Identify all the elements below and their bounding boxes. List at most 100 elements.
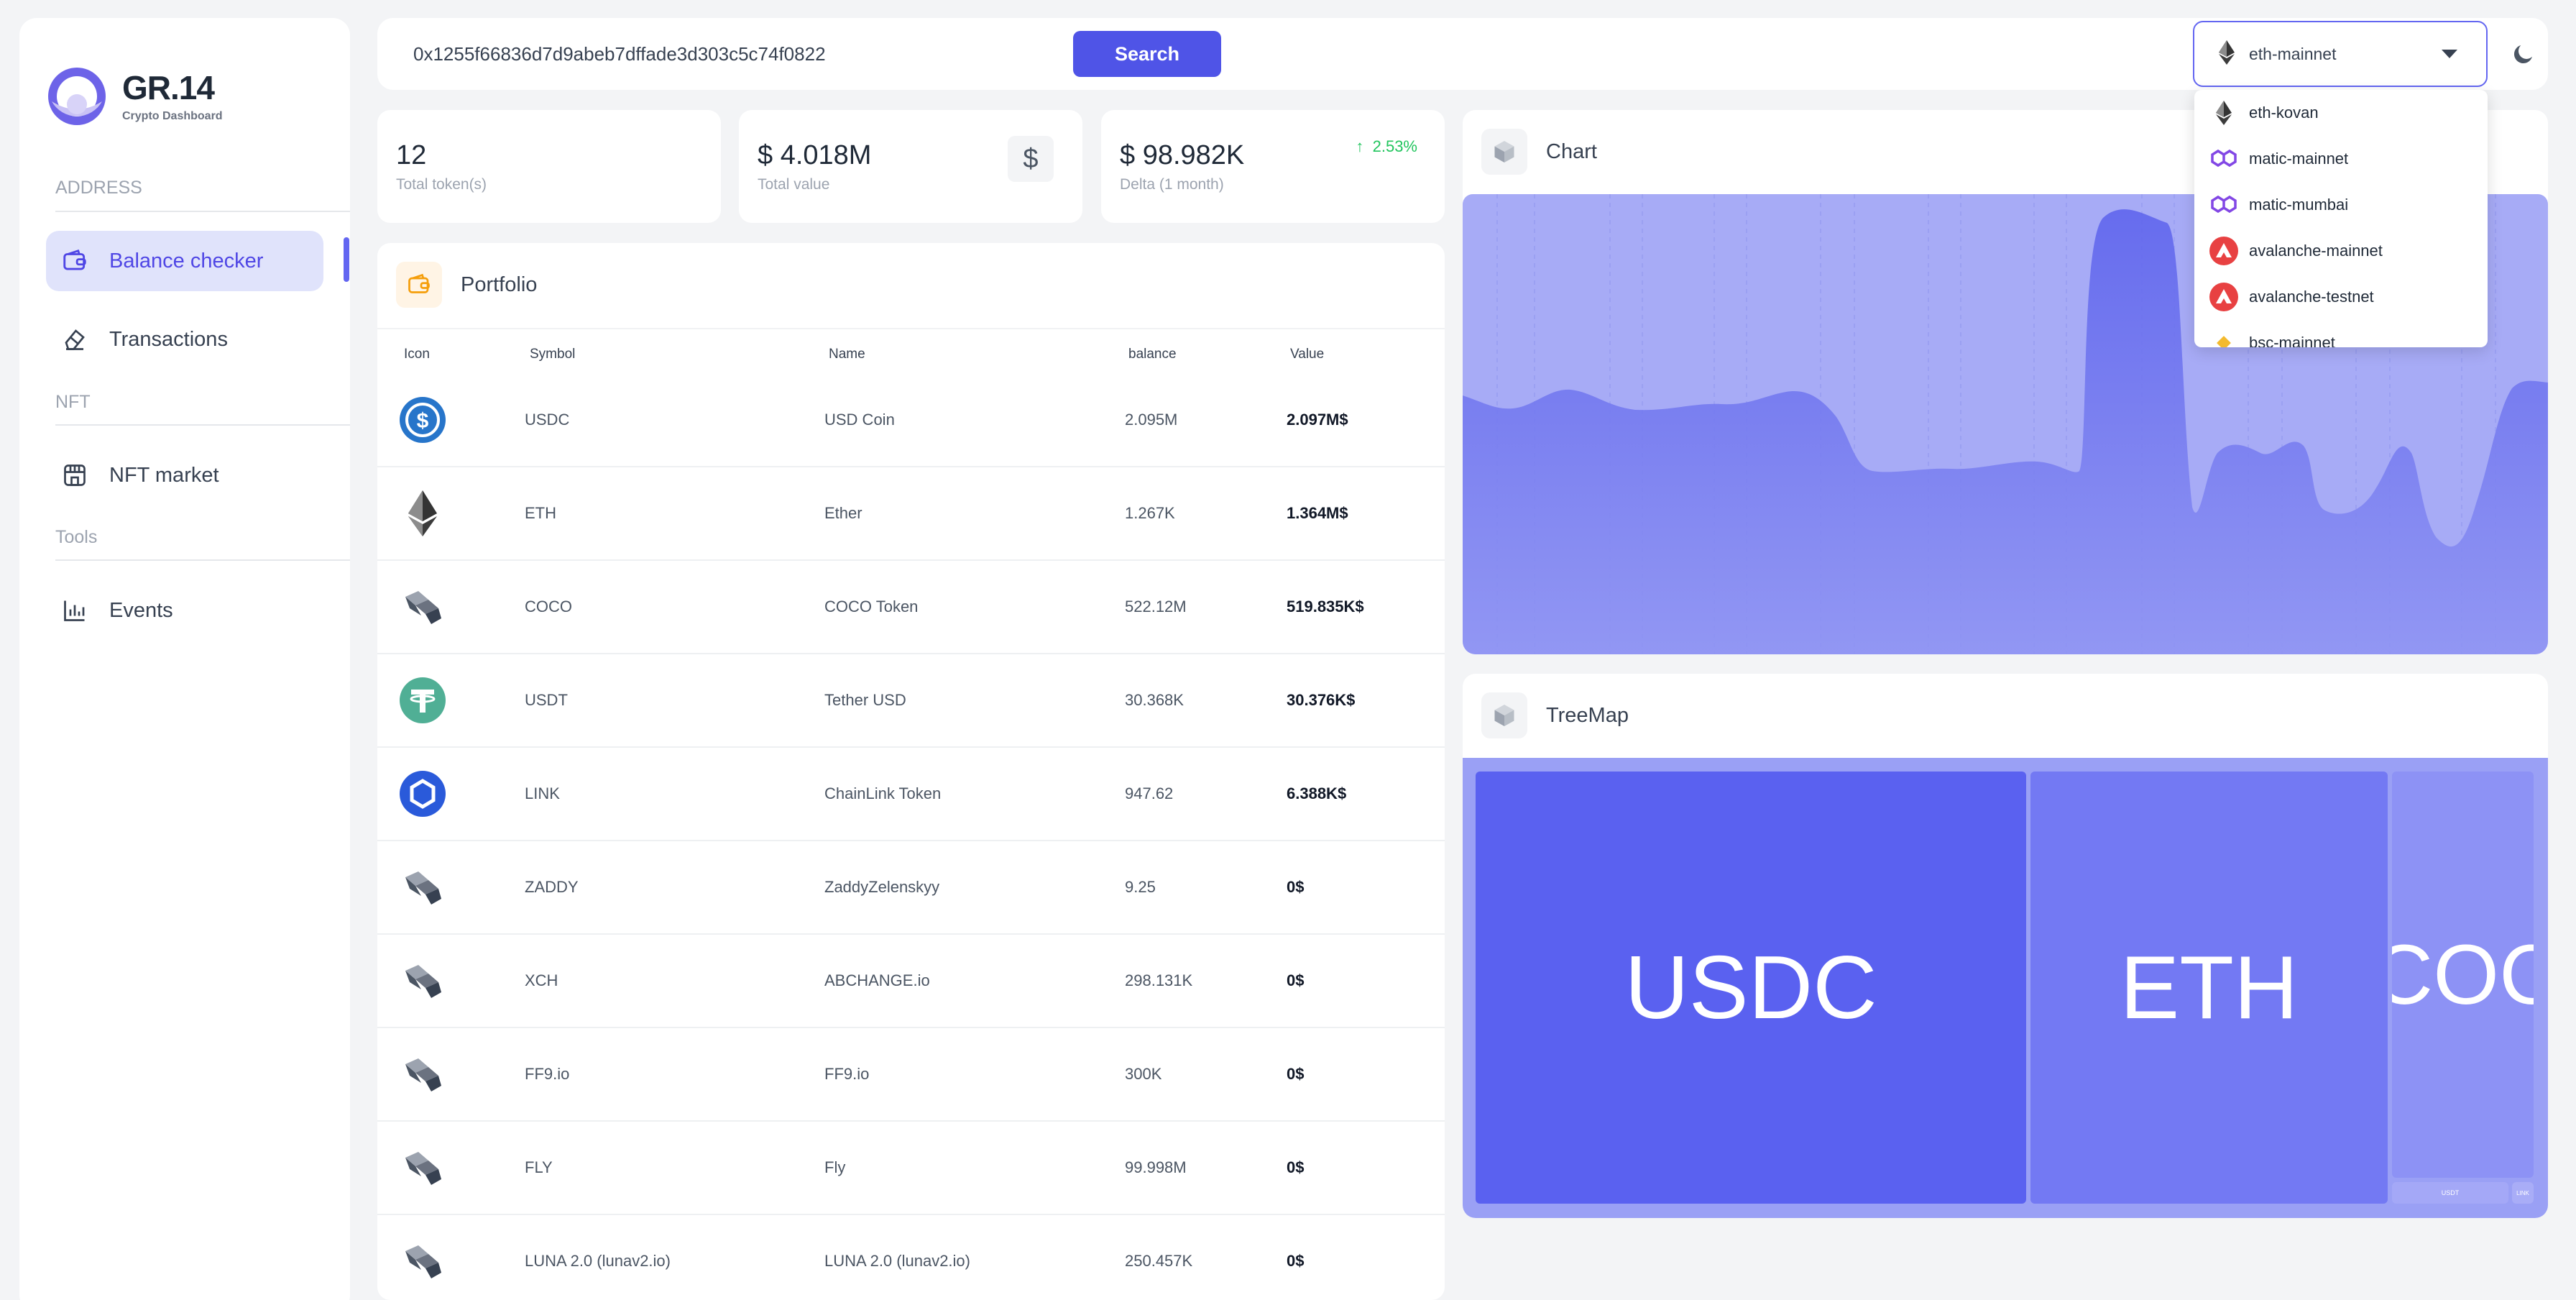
network-option-matic-mumbai[interactable]: matic-mumbai [2194,182,2488,228]
table-row[interactable]: LUNA 2.0 (lunav2.io) LUNA 2.0 (lunav2.io… [377,1215,1445,1300]
network-option-bsc-mainnet[interactable]: bsc-mainnet [2194,320,2488,347]
table-row[interactable]: $ USDC USD Coin 2.095M 2.097M$ [377,374,1445,467]
sidebar-item-label: Transactions [109,327,228,351]
address-search-input[interactable] [413,34,1046,74]
column-header-name[interactable]: Name [829,347,865,362]
network-option-eth-kovan[interactable]: eth-kovan [2194,90,2488,136]
table-row[interactable]: XCH ABCHANGE.io 298.131K 0$ [377,935,1445,1028]
cell-symbol: ETH [525,504,556,522]
cell-symbol: LUNA 2.0 (lunav2.io) [525,1252,671,1270]
treemap-tile-link[interactable]: LINK [2512,1182,2534,1204]
cell-symbol: FLY [525,1158,553,1176]
cell-symbol: USDC [525,411,570,429]
sidebar-item-nft-market[interactable]: NFT market [46,445,323,505]
portfolio-title: Portfolio [461,273,538,296]
store-icon [60,461,89,490]
treemap-tile-eth[interactable]: ETH [2030,772,2388,1204]
stat-card-delta: $ 98.982K Delta (1 month) ↑ 2.53% [1101,110,1445,223]
stat-label: Delta (1 month) [1120,176,1224,193]
portfolio-card: Portfolio Icon Symbol Name balance Value… [377,243,1445,1300]
network-option-avalanche-testnet[interactable]: avalanche-testnet [2194,274,2488,320]
treemap-tile-usdt[interactable]: USDT [2392,1182,2508,1204]
column-header-value[interactable]: Value [1290,347,1324,362]
table-row[interactable]: ZADDY ZaddyZelenskyy 9.25 0$ [377,841,1445,935]
logo-icon [47,67,106,126]
treemap-tile-usdc[interactable]: USDC [1476,772,2026,1204]
top-bar: Search eth-mainnet [377,18,2548,90]
arrow-up-icon: ↑ [1356,137,1364,155]
table-row[interactable]: LINK ChainLink Token 947.62 6.388K$ [377,748,1445,841]
wallet-icon [396,262,442,308]
table-row[interactable]: COCO COCO Token 522.12M 519.835K$ [377,561,1445,654]
cell-balance: 9.25 [1125,878,1156,896]
section-label-address: ADDRESS [55,178,142,198]
cell-balance: 1.267K [1125,504,1175,522]
cube-icon [1481,129,1527,175]
usdc-icon: $ [399,396,446,444]
treemap-chart: USDC ETH COCO USDT LINK [1463,758,2548,1218]
cell-symbol: LINK [525,784,560,802]
network-option-label: matic-mumbai [2249,196,2349,214]
network-option-matic-mainnet[interactable]: matic-mainnet [2194,136,2488,182]
divider [377,328,1445,329]
cell-value: 0$ [1287,1158,1305,1176]
cell-value: 2.097M$ [1287,411,1348,429]
generic-token-icon [399,583,446,631]
network-select[interactable]: eth-mainnet [2193,21,2488,87]
cell-balance: 522.12M [1125,598,1187,615]
treemap-title: TreeMap [1546,703,1629,727]
svg-text:$: $ [417,409,429,433]
polygon-icon [2209,144,2239,174]
cell-name: Ether [824,504,862,522]
treemap-tile-label: ETH [2120,938,2299,1038]
network-option-label: avalanche-testnet [2249,288,2374,306]
treemap-tile-label: USDC [1624,938,1877,1038]
cell-balance: 298.131K [1125,971,1193,989]
network-selected-label: eth-mainnet [2249,44,2337,63]
moon-icon [2513,45,2532,64]
generic-token-icon [399,957,446,1004]
brand-logo[interactable]: GR.14 Crypto Dashboard [47,67,223,126]
cell-value: 6.388K$ [1287,784,1347,802]
cell-name: USD Coin [824,411,895,429]
sidebar-item-transactions[interactable]: Transactions [46,309,323,370]
network-option-avalanche-mainnet[interactable]: avalanche-mainnet [2194,228,2488,274]
treemap-tile-coco[interactable]: COCO [2392,772,2534,1178]
table-row[interactable]: USDT Tether USD 30.368K 30.376K$ [377,654,1445,748]
tether-icon [399,677,446,724]
stat-card-tokens: 12 Total token(s) [377,110,721,223]
sidebar-item-events[interactable]: Events [46,580,323,641]
cell-name: Fly [824,1158,846,1176]
treemap-tile-label: USDT [2441,1189,2460,1196]
column-header-icon[interactable]: Icon [404,347,430,362]
dark-mode-toggle[interactable] [2511,41,2536,67]
sidebar-item-balance-checker[interactable]: Balance checker [46,231,323,291]
sidebar-item-label: NFT market [109,463,219,487]
treemap-tile-label: LINK [2516,1189,2529,1196]
table-row[interactable]: FLY Fly 99.998M 0$ [377,1122,1445,1215]
cell-value: 30.376K$ [1287,691,1356,709]
ethereum-icon [2209,98,2239,128]
section-divider [55,559,350,561]
delta-change: ↑ 2.53% [1356,137,1417,156]
search-button[interactable]: Search [1073,31,1221,77]
dollar-icon: $ [1008,136,1054,182]
network-dropdown: eth-kovan matic-mainnet matic-mumbai ava… [2194,90,2488,347]
stat-value: $ 98.982K [1120,140,1245,170]
network-option-label: bsc-mainnet [2249,334,2335,347]
chart-title: Chart [1546,139,1597,163]
avalanche-icon [2209,236,2239,266]
section-divider [55,424,350,426]
polygon-icon [2209,190,2239,220]
cell-balance: 30.368K [1125,691,1184,709]
table-row[interactable]: ETH Ether 1.267K 1.364M$ [377,467,1445,561]
cell-name: COCO Token [824,598,919,615]
column-header-symbol[interactable]: Symbol [530,347,575,362]
cell-balance: 99.998M [1125,1158,1187,1176]
section-label-tools: Tools [55,527,98,547]
column-header-balance[interactable]: balance [1128,347,1177,362]
table-row[interactable]: FF9.io FF9.io 300K 0$ [377,1028,1445,1122]
binance-icon [2209,328,2239,347]
cell-value: 1.364M$ [1287,504,1348,522]
sidebar-item-label: Balance checker [109,249,264,273]
